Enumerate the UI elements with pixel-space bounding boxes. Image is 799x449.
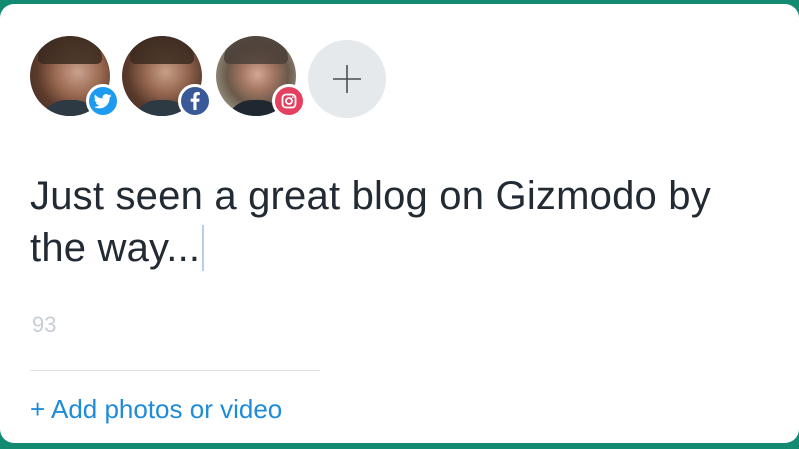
avatar-hair bbox=[130, 36, 194, 64]
post-text-input[interactable]: Just seen a great blog on Gizmodo by the… bbox=[30, 170, 760, 274]
text-caret bbox=[202, 225, 205, 271]
plus-icon bbox=[333, 65, 361, 93]
avatar-hair bbox=[38, 36, 102, 64]
divider bbox=[30, 370, 320, 371]
add-photos-video-button[interactable]: + Add photos or video bbox=[30, 394, 282, 425]
add-account-button[interactable] bbox=[308, 40, 386, 118]
post-composer-card: Just seen a great blog on Gizmodo by the… bbox=[0, 4, 799, 443]
twitter-icon bbox=[86, 84, 120, 118]
character-count: 93 bbox=[32, 312, 57, 337]
post-text-line: Just seen a great blog on Gizmodo by bbox=[30, 174, 711, 218]
post-text-line: the way... bbox=[30, 226, 201, 270]
facebook-icon bbox=[178, 84, 212, 118]
instagram-icon bbox=[272, 84, 306, 118]
avatar-hair bbox=[224, 36, 288, 64]
